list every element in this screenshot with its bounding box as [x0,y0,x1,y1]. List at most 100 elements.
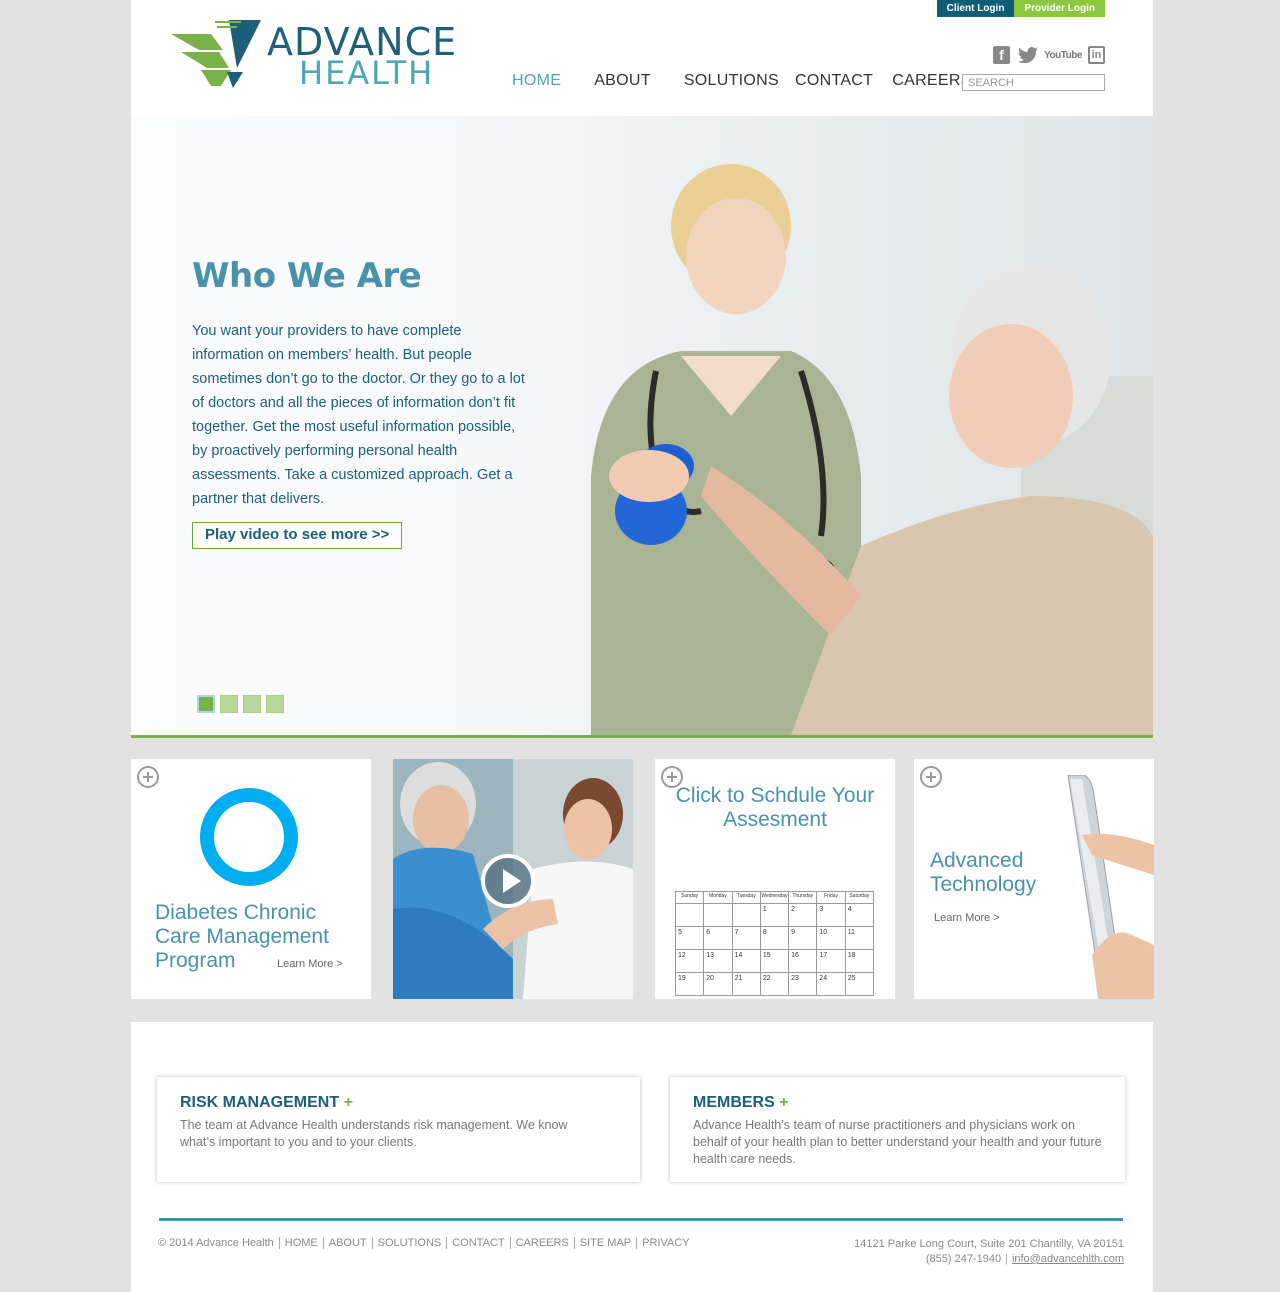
calendar-cell: 12 [674,949,705,973]
tablet-photo [1067,775,1154,999]
calendar-week-row: 1 2 3 4 [674,903,875,927]
footer-link-privacy[interactable]: PRIVACY [636,1237,694,1249]
risk-management-heading: RISK MANAGEMENT [180,1094,340,1111]
footer-link-about[interactable]: ABOUT [322,1237,372,1249]
risk-management-title: RISK MANAGEMENT + [180,1094,353,1112]
calendar-cell: 4 [844,903,875,927]
footer-phone: (855) 247-1940 [925,1253,1002,1265]
footer-email-link[interactable]: info@advancehlth.com [1012,1253,1124,1265]
footer-link-careers[interactable]: CAREERS [509,1237,574,1249]
calendar-cell: 7 [731,926,761,950]
calendar-cell: 2 [788,903,818,927]
calendar-cell: 11 [844,926,875,950]
footer-link-sitemap[interactable]: SITE MAP [573,1237,636,1249]
footer-address: 14121 Parke Long Court, Suite 201 Chanti… [854,1238,1124,1250]
calendar-day-header: Thursday [788,891,818,904]
slider-dot-2[interactable] [220,695,238,713]
search-input[interactable] [962,74,1105,91]
linkedin-icon[interactable]: in [1088,46,1105,64]
hero-slider: Who We Are You want your providers to ha… [131,116,1153,735]
members-card[interactable]: MEMBERS + Advance Health’s team of nurse… [670,1077,1125,1182]
footer-phone-email-row: (855) 247-1940 | info@advancehlth.com [925,1253,1124,1265]
hero-title: Who We Are [192,256,422,296]
slider-dot-1[interactable] [197,695,215,713]
calendar-cell: 1 [759,903,790,927]
info-section: RISK MANAGEMENT + The team at Advance He… [131,1022,1153,1292]
learn-more-link[interactable]: Learn More > [277,958,343,970]
hero-photo-nurse-patient [531,116,1153,735]
plus-icon[interactable]: + [779,1094,788,1111]
nav-solutions[interactable]: SOLUTIONS [684,72,779,90]
calendar-day-header: Monday [703,891,733,904]
tile-diabetes-program[interactable]: Diabetes Chronic Care Management Program… [131,759,371,999]
calendar-day-header: Tuesday [731,891,761,904]
footer-link-contact[interactable]: CONTACT [446,1237,509,1249]
social-links: f YouTube in [993,46,1105,64]
main-nav: HOME ABOUT SOLUTIONS CONTACT CAREERS [512,72,1005,90]
client-login-button[interactable]: Client Login [936,0,1015,17]
members-text: Advance Health’s team of nurse practitio… [693,1118,1102,1166]
login-bar: Client Login Provider Login [936,0,1105,17]
tile-video[interactable] [393,759,633,999]
logo-mark-icon [171,20,261,88]
calendar-cell: 13 [703,949,733,973]
play-video-button[interactable]: Play video to see more >> [192,522,403,549]
calendar-cell: 15 [759,949,790,973]
calendar-cell: 25 [844,972,875,996]
calendar-day-header: Saturday [844,891,875,904]
calendar-cell: 24 [816,972,846,996]
provider-login-button[interactable]: Provider Login [1014,0,1105,17]
play-icon[interactable] [481,854,535,908]
calendar-day-header: Wednesday [759,891,790,904]
footer-link-home[interactable]: HOME [278,1237,323,1249]
calendar-header-row: Sunday Monday Tuesday Wednesday Thursday… [674,891,875,904]
calendar-cell: 23 [788,972,818,996]
calendar-cell: 6 [703,926,733,950]
tile-schedule-assessment[interactable]: Click to Schdule Your Assesment Sunday M… [655,759,895,999]
youtube-icon[interactable]: YouTube [1044,46,1082,64]
logo-text-health: HEALTH [299,54,435,92]
blue-circle-icon [200,788,298,886]
calendar-cell: 9 [788,926,818,950]
facebook-icon[interactable]: f [993,46,1010,64]
tile-advanced-technology[interactable]: Advanced Technology Learn More > [914,759,1154,999]
slider-dot-4[interactable] [266,695,284,713]
tile-schedule-title: Click to Schdule Your Assesment [675,784,875,831]
footer-link-solutions[interactable]: SOLUTIONS [371,1237,447,1249]
site-header: ADVANCE HEALTH Client Login Provider Log… [131,0,1153,116]
advance-health-logo[interactable]: ADVANCE HEALTH [171,18,456,92]
nav-contact[interactable]: CONTACT [795,72,873,90]
calendar-week-row: 12 13 14 15 16 17 18 [674,949,875,973]
expand-plus-icon[interactable] [920,766,942,788]
calendar-week-row: 5 6 7 8 9 10 11 [674,926,875,950]
nav-home[interactable]: HOME [512,72,561,90]
hero-divider [131,735,1153,738]
calendar-day-header: Sunday [674,891,705,904]
nav-about[interactable]: ABOUT [594,72,651,90]
calendar-cell: 10 [816,926,846,950]
calendar-day-header: Friday [816,891,846,904]
hero-text: You want your providers to have complete… [192,323,525,507]
footer-divider [159,1218,1123,1221]
slider-dots [197,695,284,713]
slider-dot-3[interactable] [243,695,261,713]
footer-copyright: © 2014 Advance Health [158,1237,274,1249]
twitter-icon[interactable] [1018,46,1038,64]
calendar-cell: 20 [703,972,733,996]
calendar-cell: 19 [674,972,705,996]
calendar-week-row: 19 20 21 22 23 24 25 [674,972,875,996]
calendar-cell: 16 [788,949,818,973]
plus-icon[interactable]: + [344,1094,353,1111]
members-title: MEMBERS + [693,1094,789,1112]
members-heading: MEMBERS [693,1094,775,1111]
expand-plus-icon[interactable] [137,766,159,788]
calendar-cell [703,903,733,927]
calendar-cell [731,903,761,927]
nav-careers[interactable]: CAREERS [892,72,971,90]
calendar-cell: 8 [759,926,790,950]
calendar-cell: 22 [759,972,790,996]
tile-technology-title: Advanced Technology [930,849,1037,896]
risk-management-text: The team at Advance Health understands r… [180,1118,568,1149]
learn-more-link[interactable]: Learn More > [934,912,1000,924]
risk-management-card[interactable]: RISK MANAGEMENT + The team at Advance He… [157,1077,640,1182]
